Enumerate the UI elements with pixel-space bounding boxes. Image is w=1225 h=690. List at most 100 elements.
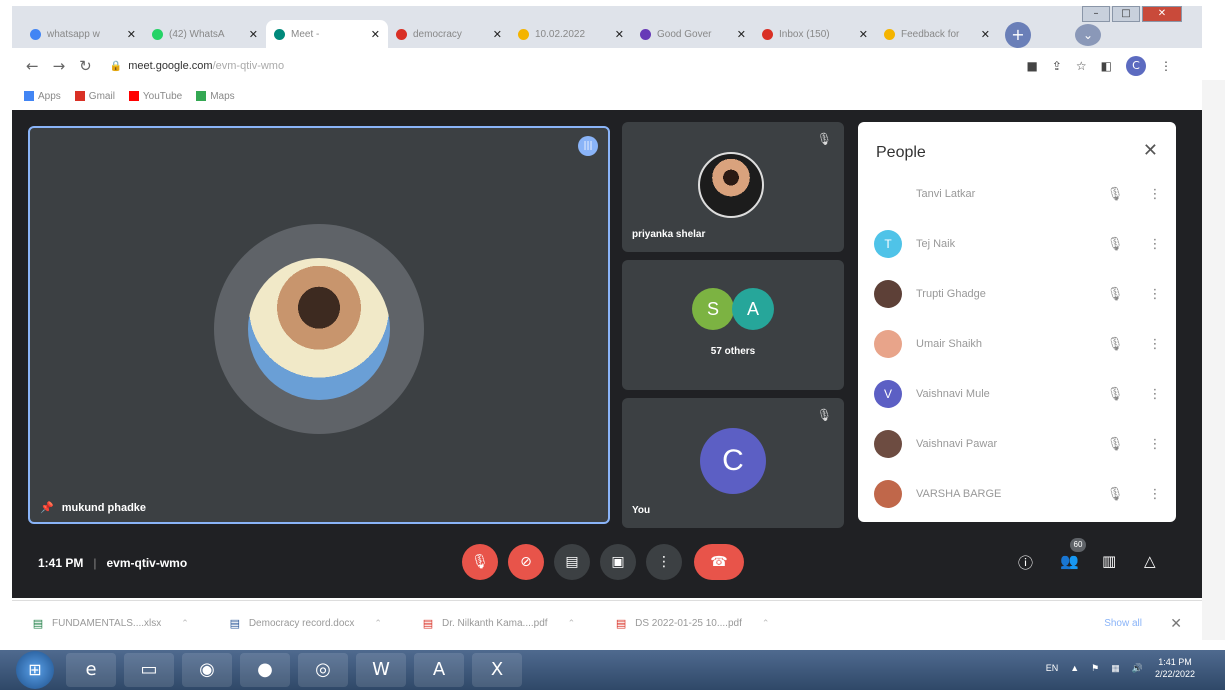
chevron-up-icon[interactable]: ⌃ [181, 619, 189, 629]
more-vert-icon[interactable]: ⋮ [1146, 337, 1164, 352]
tab-4[interactable]: 10.02.2022 ✕ [510, 20, 632, 48]
more-vert-icon[interactable]: ⋮ [1146, 287, 1164, 302]
download-item[interactable]: ▤ Democracy record.docx ⌃ [229, 617, 382, 631]
address-bar[interactable]: 🔒 meet.google.com/evm-qtiv-wmo [110, 60, 284, 72]
mic-off-icon[interactable]: 🎙 [1106, 437, 1124, 452]
participant-row[interactable]: Vaishnavi Pawar 🎙 ⋮ [874, 424, 1164, 464]
tile-you[interactable]: 🎙 C You [622, 398, 844, 528]
volume-icon[interactable]: 🔊 [1132, 663, 1143, 674]
tab-0[interactable]: whatsapp w ✕ [22, 20, 144, 48]
more-vert-icon[interactable]: ⋮ [1146, 187, 1164, 202]
pin-icon[interactable]: 📌 [40, 501, 54, 514]
close-window-button[interactable]: ✕ [1142, 6, 1182, 22]
bookmark-1[interactable]: Gmail [74, 91, 115, 102]
mic-off-icon[interactable]: 🎙 [1106, 487, 1124, 502]
mic-off-icon[interactable]: 🎙 [1106, 187, 1124, 202]
participant-row[interactable]: VARSHA BARGE 🎙 ⋮ [874, 474, 1164, 514]
show-all-downloads-link[interactable]: Show all [1104, 618, 1142, 629]
tab-5[interactable]: Good Gover ✕ [632, 20, 754, 48]
leave-call-button[interactable]: ☎ [694, 544, 744, 580]
participant-row[interactable]: V Vaishnavi Mule 🎙 ⋮ [874, 374, 1164, 414]
mic-off-icon[interactable]: 🎙 [1106, 337, 1124, 352]
taskbar-acrobat[interactable]: A [414, 653, 464, 687]
close-tab-icon[interactable]: ✕ [981, 28, 990, 41]
captions-button[interactable]: ▤ [554, 544, 590, 580]
chevron-up-icon[interactable]: ⌃ [374, 619, 382, 629]
people-icon[interactable]: 👥 [1060, 552, 1079, 570]
maximize-button[interactable]: □ [1112, 6, 1140, 22]
mic-off-icon[interactable]: 🎙 [1106, 287, 1124, 302]
download-item[interactable]: ▤ DS 2022-01-25 10....pdf ⌃ [615, 617, 770, 631]
meeting-info-icon[interactable]: ⓘ [1018, 552, 1033, 573]
close-icon[interactable]: ✕ [1143, 140, 1158, 161]
tile-priyanka[interactable]: 🎙 priyanka shelar [622, 122, 844, 252]
camera-icon[interactable]: ■ [1026, 59, 1037, 73]
close-tab-icon[interactable]: ✕ [737, 28, 746, 41]
more-vert-icon[interactable]: ⋮ [1146, 437, 1164, 452]
lock-icon[interactable]: 🔒 [110, 61, 122, 72]
participant-name: Trupti Ghadge [916, 288, 986, 300]
taskbar-ie[interactable]: e [66, 653, 116, 687]
bookmark-2[interactable]: YouTube [128, 91, 182, 102]
tab-6[interactable]: Inbox (150) ✕ [754, 20, 876, 48]
network-icon[interactable]: ▦ [1111, 663, 1120, 674]
main-video-tile[interactable]: ||| 📌 mukund phadke [28, 126, 610, 524]
close-tab-icon[interactable]: ✕ [127, 28, 136, 41]
chat-icon[interactable]: ▥ [1102, 552, 1116, 570]
reload-icon[interactable]: ↻ [79, 57, 92, 75]
mic-toggle-button[interactable]: 🎙 [462, 544, 498, 580]
activities-icon[interactable]: △ [1144, 552, 1156, 570]
share-icon[interactable]: ⇪ [1052, 59, 1062, 73]
more-vert-icon[interactable]: ⋮ [1146, 387, 1164, 402]
more-options-button[interactable]: ⋮ [646, 544, 682, 580]
system-clock[interactable]: 1:41 PM 2/22/2022 [1155, 656, 1195, 680]
download-item[interactable]: ▤ Dr. Nilkanth Kama....pdf ⌃ [422, 617, 575, 631]
language-indicator[interactable]: EN [1046, 663, 1059, 673]
tab-3[interactable]: democracy ✕ [388, 20, 510, 48]
taskbar-word[interactable]: W [356, 653, 406, 687]
chevron-up-icon[interactable]: ⌃ [568, 619, 576, 629]
chevron-up-icon[interactable]: ⌃ [762, 619, 770, 629]
close-tab-icon[interactable]: ✕ [859, 28, 868, 41]
minimize-button[interactable]: – [1082, 6, 1110, 22]
download-item[interactable]: ▤ FUNDAMENTALS....xlsx ⌃ [32, 617, 189, 631]
participant-row[interactable]: Trupti Ghadge 🎙 ⋮ [874, 274, 1164, 314]
close-tab-icon[interactable]: ✕ [615, 28, 624, 41]
tab-7[interactable]: Feedback for ✕ [876, 20, 998, 48]
flag-icon[interactable]: ⚑ [1091, 663, 1099, 674]
tab-1[interactable]: (42) WhatsA ✕ [144, 20, 266, 48]
new-tab-button[interactable]: + [1005, 22, 1031, 48]
participant-row[interactable]: Umair Shaikh 🎙 ⋮ [874, 324, 1164, 364]
start-button[interactable]: ⊞ [16, 651, 54, 689]
tray-arrow-icon[interactable]: ▲ [1070, 663, 1079, 673]
close-tab-icon[interactable]: ✕ [371, 28, 380, 41]
taskbar-firefox[interactable]: ● [240, 653, 290, 687]
taskbar-chrome[interactable]: ◎ [298, 653, 348, 687]
close-tab-icon[interactable]: ✕ [493, 28, 502, 41]
forward-icon[interactable]: → [53, 57, 66, 75]
tab-2[interactable]: Meet - ✕ [266, 20, 388, 48]
more-vert-icon[interactable]: ⋮ [1146, 487, 1164, 502]
more-vert-icon[interactable]: ⋮ [1146, 237, 1164, 252]
participant-row[interactable]: T Tej Naik 🎙 ⋮ [874, 224, 1164, 264]
bookmark-3[interactable]: Maps [196, 91, 235, 102]
back-icon[interactable]: ← [26, 57, 39, 75]
tab-search-button[interactable]: ⌄ [1075, 24, 1101, 46]
more-vert-icon[interactable]: ⋮ [1160, 59, 1172, 73]
profile-avatar[interactable]: C [1126, 56, 1146, 76]
side-panel-icon[interactable]: ◧ [1101, 59, 1112, 73]
mic-off-icon[interactable]: 🎙 [1106, 387, 1124, 402]
mic-off-icon[interactable]: 🎙 [1106, 237, 1124, 252]
bookmark-0[interactable]: Apps [24, 91, 61, 102]
star-icon[interactable]: ☆ [1076, 59, 1087, 73]
tile-others[interactable]: S A 57 others [622, 260, 844, 390]
close-icon[interactable]: ✕ [1170, 616, 1182, 632]
taskbar-excel[interactable]: X [472, 653, 522, 687]
tab-label: (42) WhatsA [169, 28, 225, 40]
taskbar-media[interactable]: ◉ [182, 653, 232, 687]
participant-row[interactable]: Tanvi Latkar 🎙 ⋮ [874, 174, 1164, 214]
close-tab-icon[interactable]: ✕ [249, 28, 258, 41]
camera-toggle-button[interactable]: ⊘ [508, 544, 544, 580]
present-button[interactable]: ▣ [600, 544, 636, 580]
taskbar-explorer[interactable]: ▭ [124, 653, 174, 687]
